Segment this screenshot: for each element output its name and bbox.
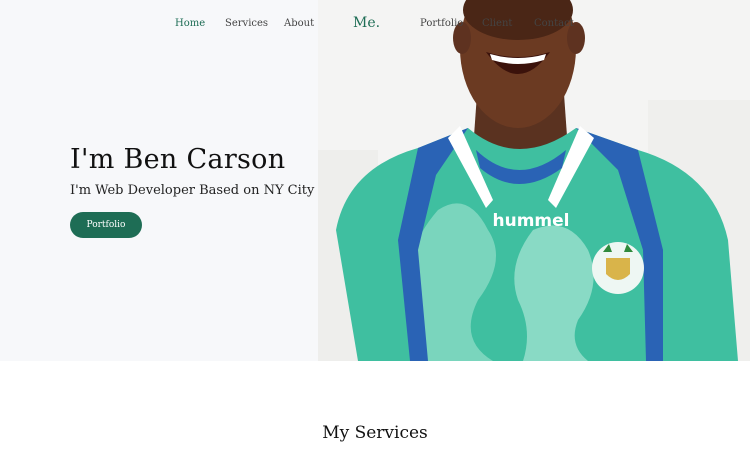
- nav-link-home[interactable]: Home: [175, 17, 205, 31]
- hero-subtitle: I'm Web Developer Based on NY City: [70, 183, 315, 198]
- nav-link-portfolio[interactable]: Portfolio: [420, 17, 463, 31]
- nav-link-about[interactable]: About: [284, 17, 314, 31]
- nav-link-contact[interactable]: Contact: [534, 17, 574, 31]
- hero-section: hummel Home Services About Me. Portfolio…: [0, 0, 750, 361]
- photo-jersey-brand: hummel: [493, 211, 570, 231]
- hero-photo-illustration: hummel: [318, 0, 750, 361]
- hero-photo-person: hummel: [318, 0, 750, 361]
- services-section: My Services: [0, 361, 750, 460]
- top-navigation: Home Services About Me. Portfolio Client…: [0, 0, 750, 46]
- nav-link-services[interactable]: Services: [225, 17, 268, 31]
- hero-intro: I'm Ben Carson I'm Web Developer Based o…: [70, 142, 314, 238]
- brand-logo[interactable]: Me.: [353, 14, 380, 32]
- photo-crest-shield: [606, 258, 630, 280]
- services-title: My Services: [322, 423, 428, 443]
- portfolio-button[interactable]: Portfolio: [70, 212, 142, 238]
- hero-title: I'm Ben Carson: [70, 144, 286, 175]
- nav-link-client[interactable]: Client: [482, 17, 512, 31]
